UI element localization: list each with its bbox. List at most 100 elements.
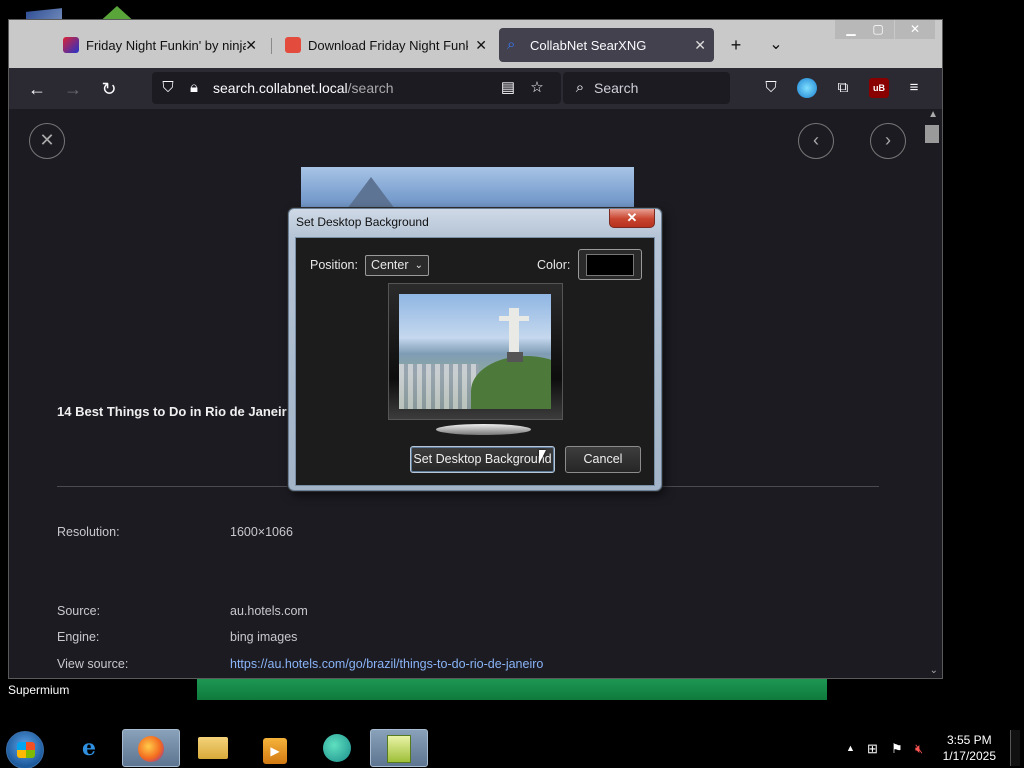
dialog-title: Set Desktop Background [296, 215, 429, 229]
source-label: Source: [57, 604, 101, 618]
position-select[interactable]: Center ⌄ [365, 255, 429, 276]
internet-explorer-icon[interactable]: e [60, 729, 118, 767]
search-favicon-icon: ⌕ [507, 36, 516, 53]
search-bar[interactable]: ⌕ Search [563, 72, 730, 104]
url-path: /search [347, 80, 394, 96]
result-title[interactable]: 14 Best Things to Do in Rio de Janeiro [57, 404, 295, 419]
close-window-button[interactable]: ✕ [895, 20, 935, 39]
source-value: au.hotels.com [230, 604, 308, 618]
tab-bar: Friday Night Funkin' by ninjamuffin99 ✕ … [9, 20, 942, 68]
close-detail-button[interactable]: ✕ [29, 123, 65, 159]
navigation-bar: ← → ↻ ⛉ 🔒︎ search.collabnet.local/search… [9, 68, 942, 109]
set-desktop-background-dialog: Set Desktop Background ✕ Position: Cente… [288, 208, 662, 491]
windows-logo-icon [17, 742, 35, 758]
clock[interactable]: 3:55 PM 1/17/2025 [943, 732, 996, 764]
search-icon: ⌕ [575, 79, 585, 96]
url-host: search.collabnet.local [213, 80, 348, 96]
resolution-value: 1600×1066 [230, 525, 293, 539]
tab-label: Download Friday Night Funkin' [308, 37, 468, 53]
firefox-icon [138, 736, 164, 762]
result-image[interactable] [301, 167, 634, 211]
tab-friday-night-funkin[interactable]: Friday Night Funkin' by ninjamuffin99 ✕ [55, 28, 265, 62]
page-scrollbar[interactable]: ▲ ⌄ [924, 109, 942, 678]
tab-list-button[interactable]: ⌄ [765, 34, 787, 56]
url-text[interactable]: search.collabnet.local/search [213, 80, 394, 96]
forward-button[interactable]: → [61, 77, 85, 101]
dialog-body: Position: Center ⌄ Color: Set Desktop Ba… [295, 237, 655, 486]
back-button[interactable]: ← [25, 77, 49, 101]
tab-close-icon[interactable]: ✕ [245, 37, 257, 54]
town-shape [399, 364, 479, 409]
mountain-shape [341, 177, 401, 211]
color-picker-button[interactable] [578, 249, 642, 280]
engine-value: bing images [230, 630, 298, 644]
desktop-label: Supermium [8, 683, 70, 697]
scroll-down-icon[interactable]: ⌄ [930, 665, 938, 676]
action-center-flag-icon[interactable]: ⚑ [891, 741, 903, 757]
network-icon[interactable]: ⊞ [867, 741, 878, 757]
color-swatch [586, 254, 634, 276]
view-source-link[interactable]: https://au.hotels.com/go/brazil/things-t… [230, 657, 543, 671]
tab-close-icon[interactable]: ✕ [475, 37, 487, 54]
previous-image-button[interactable]: ‹ [798, 123, 834, 159]
tab-label: Friday Night Funkin' by ninjamuffin99 [86, 37, 246, 53]
pocket-icon[interactable]: ⛉ [761, 78, 781, 98]
reload-button[interactable]: ↻ [97, 77, 121, 101]
file-explorer-icon[interactable] [184, 729, 242, 767]
engine-label: Engine: [57, 630, 100, 644]
resolution-label: Resolution: [57, 525, 120, 539]
taskbar: e ▶ ▲ ⊞ ⚑ 🔇︎ 3:55 PM 1/17/2025 [0, 728, 1024, 768]
notepad-icon [387, 735, 411, 763]
firefox-taskbar-button[interactable] [122, 729, 180, 767]
mouse-cursor-icon [539, 450, 546, 464]
play-icon: ▶ [263, 738, 287, 764]
download-favicon-icon [285, 37, 301, 53]
extensions-icon[interactable]: ⧉ [833, 78, 853, 98]
scroll-up-icon[interactable]: ▲ [928, 109, 938, 120]
position-label: Position: [310, 258, 358, 272]
volume-muted-icon[interactable]: 🔇︎ [915, 741, 923, 757]
show-desktop-button[interactable] [1010, 730, 1020, 766]
start-button[interactable] [6, 731, 44, 768]
shield-icon[interactable]: ⛉ [158, 78, 178, 98]
notepad-taskbar-button[interactable] [370, 729, 428, 767]
chevron-down-icon: ⌄ [414, 260, 423, 271]
statue-arms-shape [499, 316, 529, 321]
maximize-button[interactable]: ▢ [862, 20, 894, 39]
monitor-stand [436, 424, 531, 435]
search-placeholder: Search [594, 80, 639, 96]
tab-close-icon[interactable]: ✕ [694, 37, 706, 54]
game-favicon-icon [63, 37, 79, 53]
color-label: Color: [537, 258, 571, 272]
account-icon[interactable] [797, 78, 817, 98]
dialog-close-button[interactable]: ✕ [609, 209, 655, 228]
tab-download-fnf[interactable]: Download Friday Night Funkin' ✕ [277, 28, 495, 62]
lock-icon[interactable]: 🔒︎ [184, 78, 204, 98]
globe-icon [323, 734, 351, 762]
new-tab-button[interactable]: + [725, 34, 747, 56]
show-hidden-icons-icon[interactable]: ▲ [846, 743, 855, 753]
ublock-icon[interactable]: uB [869, 78, 889, 98]
clock-date: 1/17/2025 [942, 749, 996, 763]
scroll-thumb[interactable] [925, 125, 939, 143]
bookmark-star-icon[interactable]: ☆ [527, 78, 547, 98]
media-player-icon[interactable]: ▶ [246, 729, 304, 767]
tab-label: CollabNet SearXNG [530, 37, 647, 53]
tab-collabnet-searxng[interactable]: ⌕ CollabNet SearXNG ✕ [499, 28, 714, 62]
next-image-button[interactable]: › [870, 123, 906, 159]
clock-time: 3:55 PM [946, 733, 992, 747]
browser-app-icon[interactable] [308, 729, 366, 767]
tab-separator [271, 38, 272, 54]
address-bar[interactable]: ⛉ 🔒︎ search.collabnet.local/search ▤ ☆ [152, 72, 561, 104]
statue-base-shape [507, 352, 523, 362]
wallpaper-preview [399, 294, 551, 409]
monitor-preview [388, 283, 563, 420]
hill-shape [471, 356, 551, 409]
reader-view-icon[interactable]: ▤ [498, 78, 518, 98]
set-desktop-background-button[interactable]: Set Desktop Background [410, 446, 555, 473]
desktop: Supermium Friday Night Funkin' by ninjam… [0, 0, 1024, 768]
view-source-label: View source: [57, 657, 129, 671]
cancel-button[interactable]: Cancel [565, 446, 641, 473]
menu-icon[interactable]: ≡ [904, 78, 924, 98]
position-value: Center [371, 258, 409, 272]
